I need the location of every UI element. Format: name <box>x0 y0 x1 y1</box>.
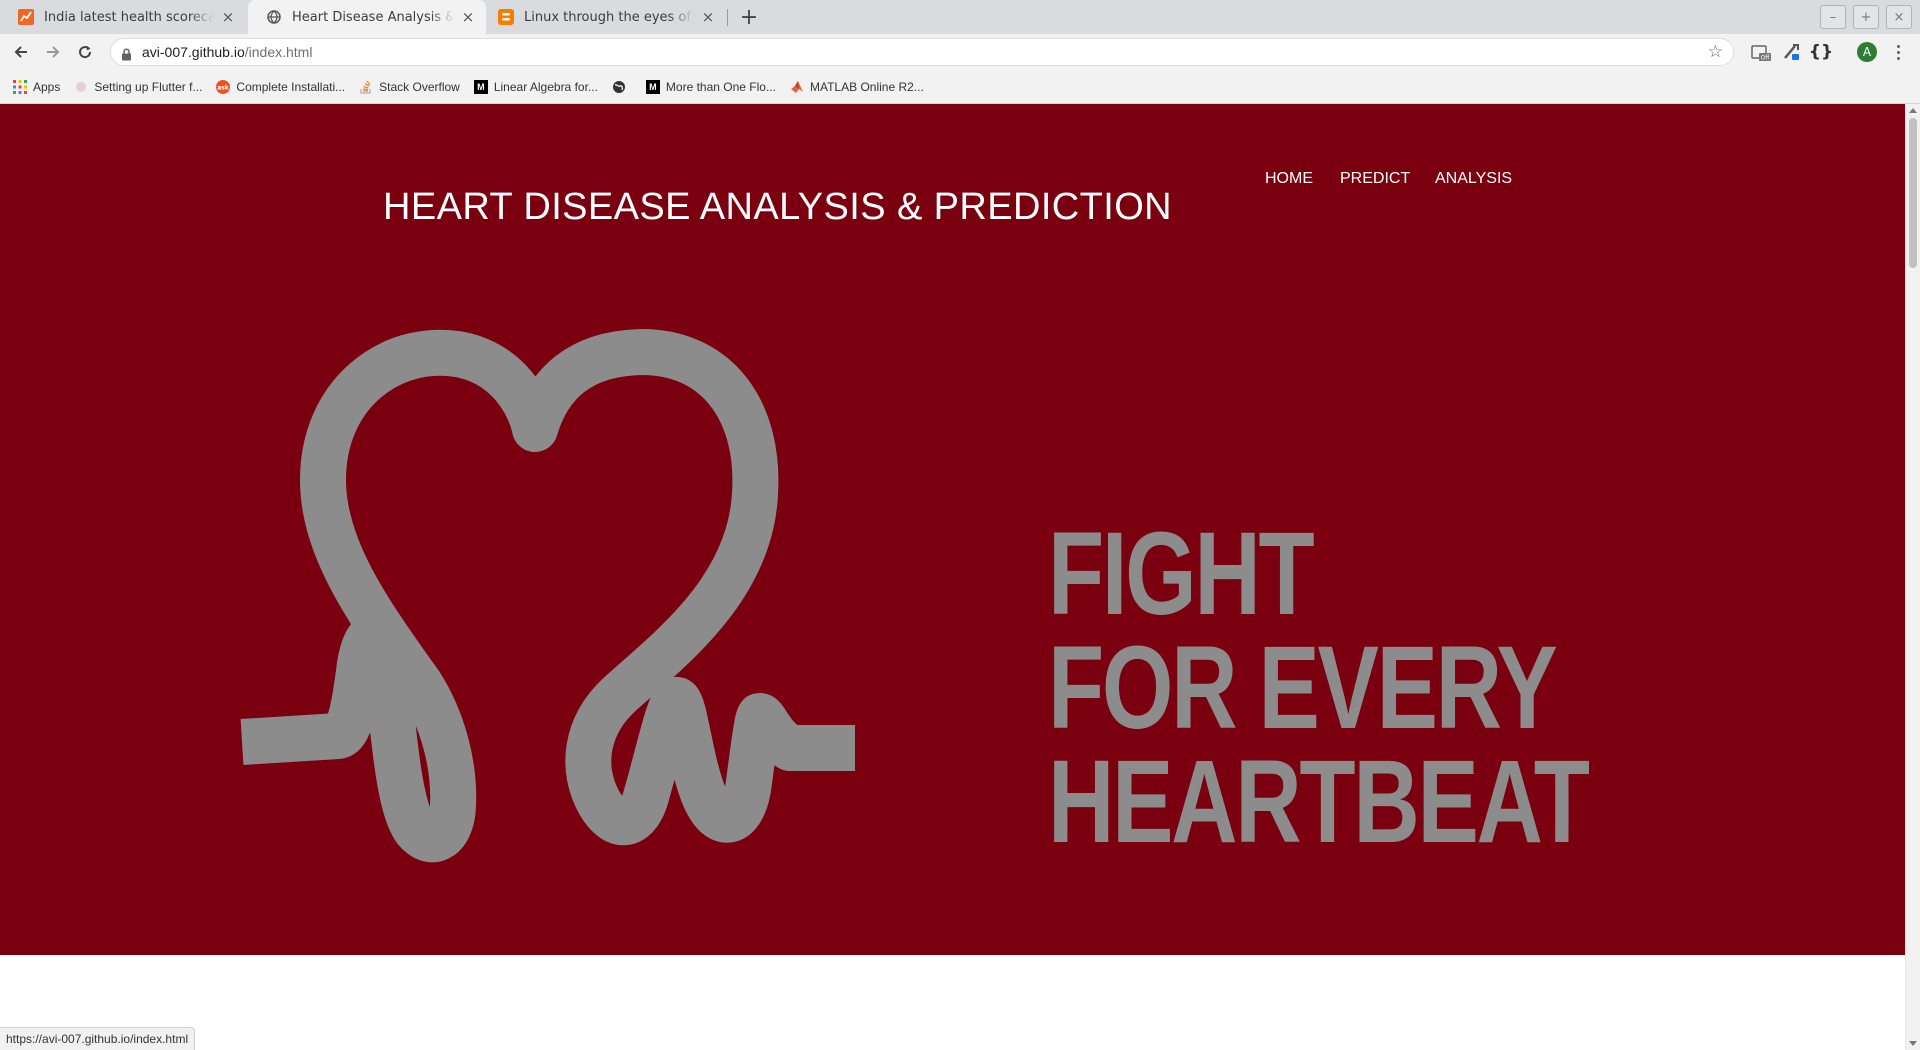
link-status-bubble: https://avi-007.github.io/index.html <box>0 1027 196 1050</box>
bookmark-label: Complete Installati... <box>236 79 346 94</box>
bookmark-matlab[interactable]: MATLAB Online R2... <box>790 80 924 94</box>
tab-close-icon[interactable]: × <box>698 7 718 27</box>
scroll-up-arrow-icon[interactable] <box>1909 108 1917 113</box>
slogan-line-1: FIGHT <box>1048 508 1315 640</box>
tab-separator <box>727 9 728 26</box>
bookmark-askubuntu[interactable]: ask Complete Installati... <box>216 79 346 94</box>
slogan-line-2: FOR EVERY <box>1048 622 1558 754</box>
bookmark-label: Apps <box>33 79 61 94</box>
url-path: /index.html <box>244 44 313 60</box>
tab-strip: India latest health scorecard: M × Heart… <box>0 0 1920 34</box>
url-text: avi-007.github.io/index.html <box>142 44 312 60</box>
tab-heart-disease[interactable]: Heart Disease Analysis & Predic × <box>248 0 486 34</box>
tab-title: Heart Disease Analysis & Predic <box>292 9 454 25</box>
json-viewer-braces-icon[interactable]: {} <box>1808 40 1834 64</box>
lock-icon <box>121 46 132 65</box>
bookmark-label: Stack Overflow <box>379 79 460 94</box>
tab-india-health[interactable]: India latest health scorecard: M × <box>0 0 246 34</box>
back-button[interactable] <box>7 38 35 66</box>
blogger-favicon-icon <box>498 9 514 25</box>
chart-favicon-icon <box>18 9 34 25</box>
scroll-down-arrow-icon[interactable] <box>1909 1041 1917 1046</box>
bookmark-apps[interactable]: Apps <box>13 79 61 94</box>
hero-banner: HEART DISEASE ANALYSIS & PREDICTION HOME… <box>0 104 1905 955</box>
bookmark-label: Setting up Flutter f... <box>94 79 203 94</box>
back-arrow-icon <box>14 46 27 58</box>
maximize-button[interactable]: + <box>1853 5 1879 29</box>
reload-button[interactable] <box>71 38 99 66</box>
page-title: HEART DISEASE ANALYSIS & PREDICTION <box>383 186 1173 228</box>
new-tab-button[interactable]: + <box>736 4 762 30</box>
url-domain: avi-007.github.io <box>142 44 245 60</box>
askubuntu-icon: ask <box>216 79 231 94</box>
nav-link-predict[interactable]: PREDICT <box>1340 170 1410 188</box>
minimize-button[interactable]: – <box>1820 5 1846 29</box>
globe-icon <box>612 80 626 94</box>
nav-link-analysis[interactable]: ANALYSIS <box>1435 170 1512 188</box>
nav-link-home[interactable]: HOME <box>1265 170 1313 188</box>
close-window-button[interactable]: × <box>1886 5 1912 29</box>
svg-text:Off: Off <box>1761 55 1771 62</box>
bookmark-flutter[interactable]: Setting up Flutter f... <box>74 80 202 94</box>
reload-icon <box>79 46 92 59</box>
bookmark-label: Linear Algebra for... <box>493 79 598 94</box>
profile-avatar[interactable]: A <box>1857 42 1877 62</box>
slogan-line-3: HEARTBEAT <box>1048 736 1590 868</box>
apps-grid-icon <box>13 79 27 94</box>
bookmark-linear-algebra[interactable]: M Linear Algebra for... <box>473 79 598 94</box>
bookmark-more-than-one[interactable]: M More than One Flo... <box>645 79 776 94</box>
forward-arrow-icon <box>47 46 60 58</box>
extension-off-icon[interactable]: Off <box>1748 40 1774 64</box>
bookmark-globe[interactable] <box>612 80 632 94</box>
tab-linux-blog[interactable]: Linux through the eyes of a noo × <box>488 0 726 34</box>
chrome-menu-icon[interactable] <box>1888 41 1908 63</box>
web-page: HEART DISEASE ANALYSIS & PREDICTION HOME… <box>0 104 1905 1050</box>
globe-favicon-icon <box>266 9 282 25</box>
bookmark-label: MATLAB Online R2... <box>809 79 924 94</box>
medium-icon: M <box>473 79 488 94</box>
slogan-text: FIGHT FOR EVERY HEARTBEAT <box>1048 508 1590 868</box>
tab-title: Linux through the eyes of a noo <box>524 9 694 25</box>
svg-text:ask: ask <box>218 84 231 91</box>
tab-title: India latest health scorecard: M <box>44 9 214 25</box>
bookmark-stackoverflow[interactable]: Stack Overflow <box>359 80 460 94</box>
tab-close-icon[interactable]: × <box>458 7 478 27</box>
bookmarks-bar: Apps Setting up Flutter f... ask Complet… <box>0 70 1920 104</box>
browser-toolbar: avi-007.github.io/index.html ☆ Off {} A <box>0 34 1920 70</box>
bookmark-label: More than One Flo... <box>665 79 776 94</box>
medium-icon: M <box>645 79 660 94</box>
tab-close-icon[interactable]: × <box>218 7 238 27</box>
forward-button[interactable] <box>39 38 67 66</box>
bookmark-star-icon[interactable]: ☆ <box>1708 44 1723 61</box>
address-bar[interactable]: avi-007.github.io/index.html ☆ <box>110 38 1734 66</box>
flutter-icon <box>74 80 88 94</box>
matlab-icon <box>790 80 804 94</box>
stackoverflow-icon <box>359 80 373 94</box>
extension-puzzle-icon[interactable] <box>1778 40 1804 64</box>
page-scrollbar[interactable] <box>1905 104 1920 1050</box>
heartbeat-heart-logo <box>240 329 855 863</box>
scrollbar-thumb[interactable] <box>1909 118 1917 268</box>
